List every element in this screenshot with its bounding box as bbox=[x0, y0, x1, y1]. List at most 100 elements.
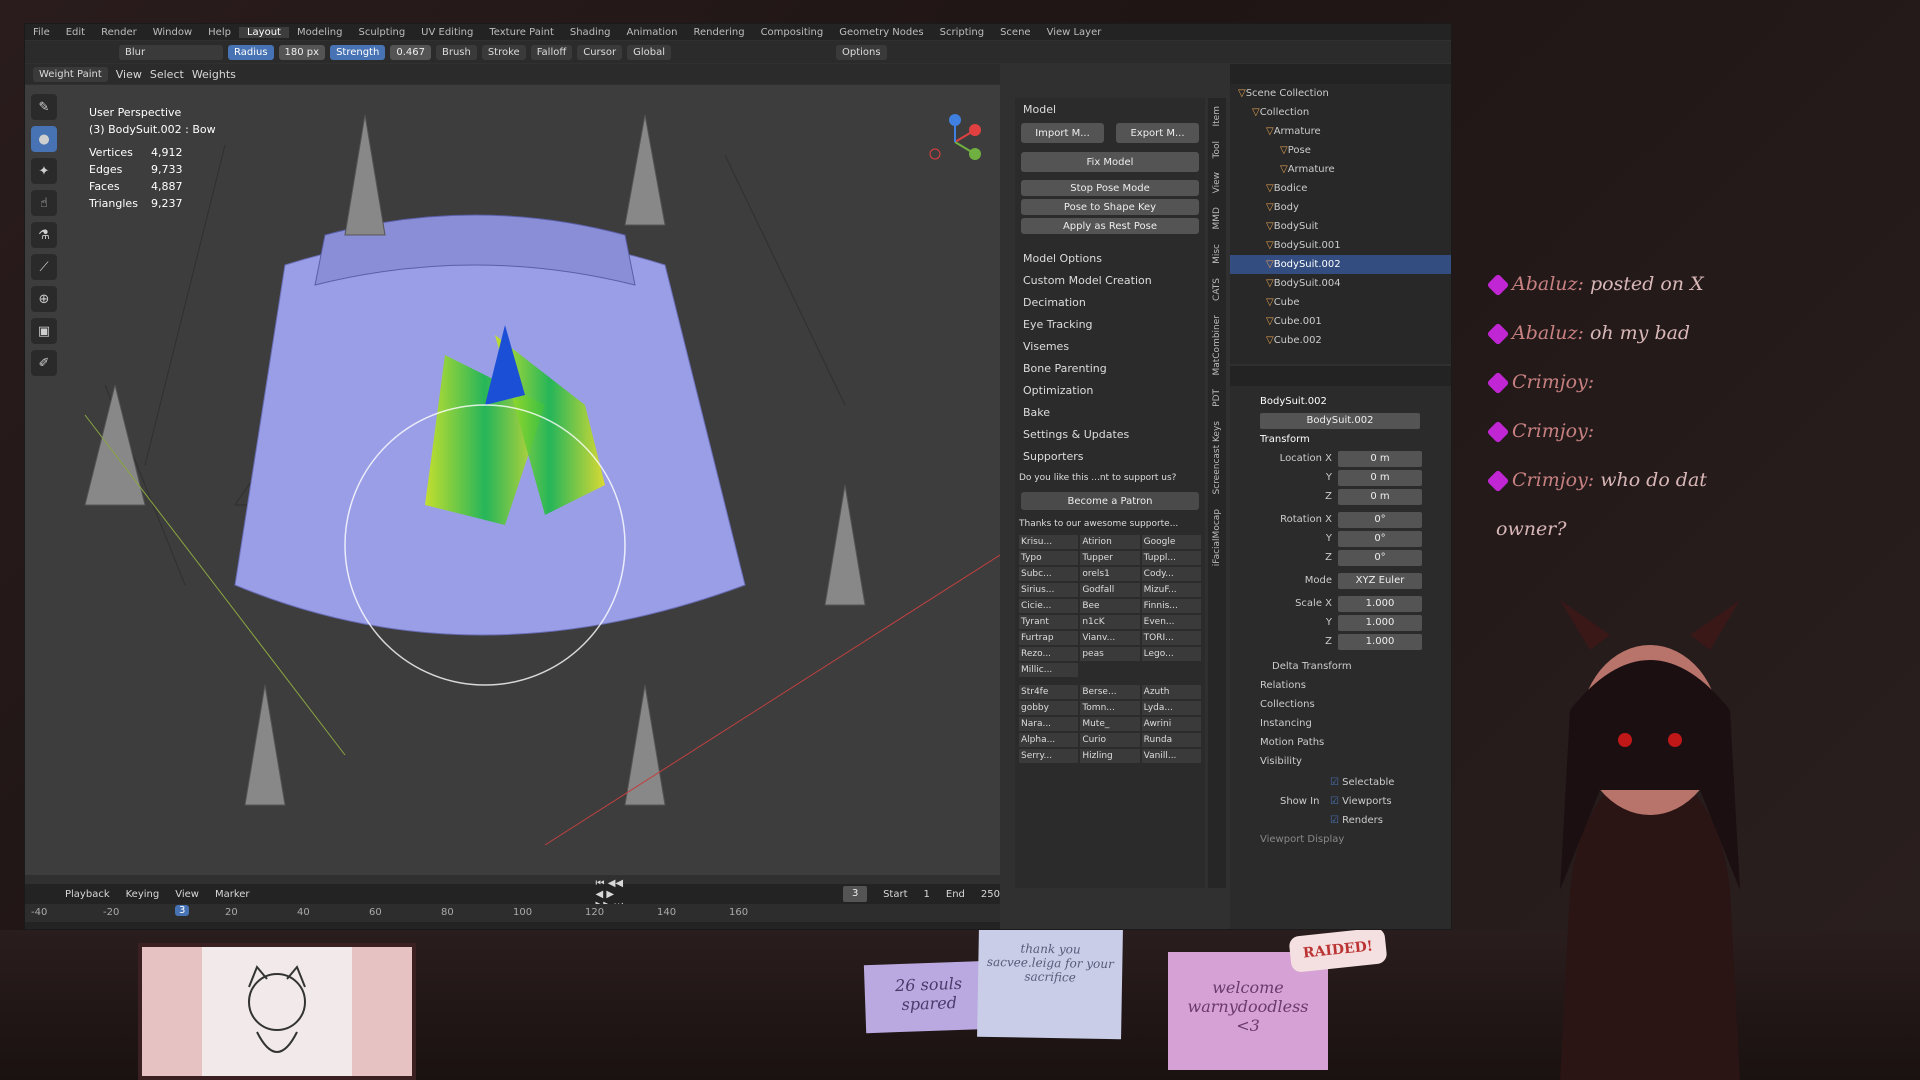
object-name-field[interactable]: BodySuit.002 bbox=[1260, 412, 1420, 429]
scale-x-field[interactable]: 1.000 bbox=[1338, 595, 1422, 612]
location-x-field[interactable]: 0 m bbox=[1338, 450, 1422, 467]
view-menu[interactable]: View bbox=[175, 889, 199, 900]
outliner-item[interactable]: ▽ Cube.002 bbox=[1230, 331, 1451, 350]
draw-tool-icon[interactable]: ✎ bbox=[31, 94, 57, 120]
rotation-x-field[interactable]: 0° bbox=[1338, 511, 1422, 528]
outliner-item[interactable]: ▽ BodySuit.001 bbox=[1230, 236, 1451, 255]
section-motion-paths[interactable]: Motion Paths bbox=[1230, 733, 1451, 752]
sidebar-tab[interactable]: Item bbox=[1212, 106, 1222, 127]
average-tool-icon[interactable]: ✦ bbox=[31, 158, 57, 184]
section-collections[interactable]: Collections bbox=[1230, 695, 1451, 714]
sidebar-tab[interactable]: MatCombiner bbox=[1212, 315, 1222, 376]
section-settings[interactable]: Settings & Updates bbox=[1015, 423, 1205, 445]
workspace-tab[interactable]: Render bbox=[93, 27, 145, 38]
viewports-checkbox[interactable]: ☑ bbox=[1330, 796, 1342, 807]
rotation-y-field[interactable]: 0° bbox=[1338, 530, 1422, 547]
workspace-tab[interactable]: Rendering bbox=[685, 27, 752, 38]
renders-checkbox[interactable]: ☑ bbox=[1330, 815, 1342, 826]
annotate-tool-icon[interactable]: ✐ bbox=[31, 350, 57, 376]
outliner-item[interactable]: ▽ Bodice bbox=[1230, 179, 1451, 198]
workspace-tab[interactable]: File bbox=[25, 27, 58, 38]
stroke-menu[interactable]: Stroke bbox=[481, 44, 526, 60]
selectable-checkbox[interactable]: ☑ bbox=[1330, 777, 1342, 788]
sidebar-tab[interactable]: PDT bbox=[1212, 389, 1222, 407]
section-eye-tracking[interactable]: Eye Tracking bbox=[1015, 313, 1205, 335]
sidebar-tab[interactable]: View bbox=[1212, 172, 1222, 193]
radius-field[interactable]: 180 px bbox=[278, 44, 326, 60]
gradient-tool-icon[interactable]: ⟋ bbox=[31, 254, 57, 280]
export-model-button[interactable]: Export M... bbox=[1116, 123, 1199, 143]
select-box-icon[interactable]: ▣ bbox=[31, 318, 57, 344]
weights-menu[interactable]: Weights bbox=[192, 68, 236, 81]
sample-weight-icon[interactable]: ⚗ bbox=[31, 222, 57, 248]
model-header[interactable]: Model bbox=[1015, 98, 1205, 120]
outliner-item[interactable]: ▽ Pose bbox=[1230, 141, 1451, 160]
workspace-tab[interactable]: Sculpting bbox=[350, 27, 413, 38]
scale-z-field[interactable]: 1.000 bbox=[1338, 633, 1422, 650]
workspace-tab[interactable]: Geometry Nodes bbox=[831, 27, 931, 38]
options-menu[interactable]: Options bbox=[836, 44, 887, 60]
playhead[interactable]: 3 bbox=[175, 905, 190, 916]
sidebar-tab[interactable]: Screencast Keys bbox=[1212, 421, 1222, 495]
location-z-field[interactable]: 0 m bbox=[1338, 488, 1422, 505]
workspace-tab[interactable]: View Layer bbox=[1039, 27, 1110, 38]
rotation-z-field[interactable]: 0° bbox=[1338, 549, 1422, 566]
cursor-menu[interactable]: Cursor bbox=[577, 44, 623, 60]
keying-menu[interactable]: Keying bbox=[126, 889, 160, 900]
workspace-tab[interactable]: Modeling bbox=[289, 27, 351, 38]
view-menu[interactable]: View bbox=[116, 68, 142, 81]
transform-header[interactable]: Transform bbox=[1230, 430, 1451, 449]
section-optimization[interactable]: Optimization bbox=[1015, 379, 1205, 401]
outliner-item[interactable]: ▽ Body bbox=[1230, 198, 1451, 217]
falloff-menu[interactable]: Falloff bbox=[530, 44, 573, 60]
outliner-item[interactable]: ▽ Scene Collection bbox=[1230, 84, 1451, 103]
pose-to-shape-button[interactable]: Pose to Shape Key bbox=[1021, 199, 1199, 215]
cursor-tool-icon[interactable]: ⊕ bbox=[31, 286, 57, 312]
workspace-tab[interactable]: UV Editing bbox=[413, 27, 481, 38]
outliner-item[interactable]: ▽ BodySuit.002 bbox=[1230, 255, 1451, 274]
section-model-options[interactable]: Model Options bbox=[1015, 247, 1205, 269]
scale-y-field[interactable]: 1.000 bbox=[1338, 614, 1422, 631]
start-field[interactable]: 1 bbox=[924, 889, 930, 900]
orientation-dropdown[interactable]: Global bbox=[627, 44, 672, 60]
workspace-tab[interactable]: Texture Paint bbox=[481, 27, 562, 38]
playback-menu[interactable]: Playback bbox=[65, 889, 110, 900]
brush-menu[interactable]: Brush bbox=[435, 44, 477, 60]
section-visibility[interactable]: Visibility bbox=[1230, 752, 1451, 771]
outliner-item[interactable]: ▽ BodySuit.004 bbox=[1230, 274, 1451, 293]
section-bake[interactable]: Bake bbox=[1015, 401, 1205, 423]
location-y-field[interactable]: 0 m bbox=[1338, 469, 1422, 486]
workspace-tab[interactable]: Window bbox=[145, 27, 200, 38]
become-patron-button[interactable]: Become a Patron bbox=[1021, 492, 1199, 510]
section-relations[interactable]: Relations bbox=[1230, 676, 1451, 695]
sidebar-tab[interactable]: iFacialMocap bbox=[1212, 509, 1222, 566]
section-bone-parenting[interactable]: Bone Parenting bbox=[1015, 357, 1205, 379]
workspace-tab[interactable]: Shading bbox=[562, 27, 619, 38]
outliner-item[interactable]: ▽ BodySuit bbox=[1230, 217, 1451, 236]
workspace-tab[interactable]: Animation bbox=[619, 27, 686, 38]
outliner-item[interactable]: ▽ Cube bbox=[1230, 293, 1451, 312]
navigation-gizmo[interactable] bbox=[925, 112, 985, 172]
select-menu[interactable]: Select bbox=[150, 68, 184, 81]
marker-menu[interactable]: Marker bbox=[215, 889, 250, 900]
workspace-tab[interactable]: Help bbox=[200, 27, 239, 38]
outliner-item[interactable]: ▽ Armature bbox=[1230, 160, 1451, 179]
section-supporters[interactable]: Supporters bbox=[1015, 445, 1205, 467]
rotation-mode-dropdown[interactable]: XYZ Euler bbox=[1338, 572, 1422, 589]
end-field[interactable]: 250 bbox=[981, 889, 1000, 900]
mode-dropdown[interactable]: Weight Paint bbox=[33, 66, 108, 82]
sidebar-tab[interactable]: CATS bbox=[1212, 278, 1222, 301]
workspace-tab[interactable]: Scripting bbox=[932, 27, 992, 38]
sidebar-tab[interactable]: MMD bbox=[1212, 207, 1222, 229]
current-frame-field[interactable]: 3 bbox=[843, 886, 868, 902]
section-viewport-display[interactable]: Viewport Display bbox=[1230, 830, 1451, 849]
smear-tool-icon[interactable]: ☝ bbox=[31, 190, 57, 216]
apply-rest-pose-button[interactable]: Apply as Rest Pose bbox=[1021, 218, 1199, 234]
outliner-item[interactable]: ▽ Armature bbox=[1230, 122, 1451, 141]
section-delta-transform[interactable]: Delta Transform bbox=[1230, 657, 1451, 676]
strength-field[interactable]: 0.467 bbox=[390, 44, 431, 60]
import-model-button[interactable]: Import M... bbox=[1021, 123, 1104, 143]
fix-model-button[interactable]: Fix Model bbox=[1021, 152, 1199, 172]
workspace-tab[interactable]: Compositing bbox=[753, 27, 832, 38]
section-instancing[interactable]: Instancing bbox=[1230, 714, 1451, 733]
